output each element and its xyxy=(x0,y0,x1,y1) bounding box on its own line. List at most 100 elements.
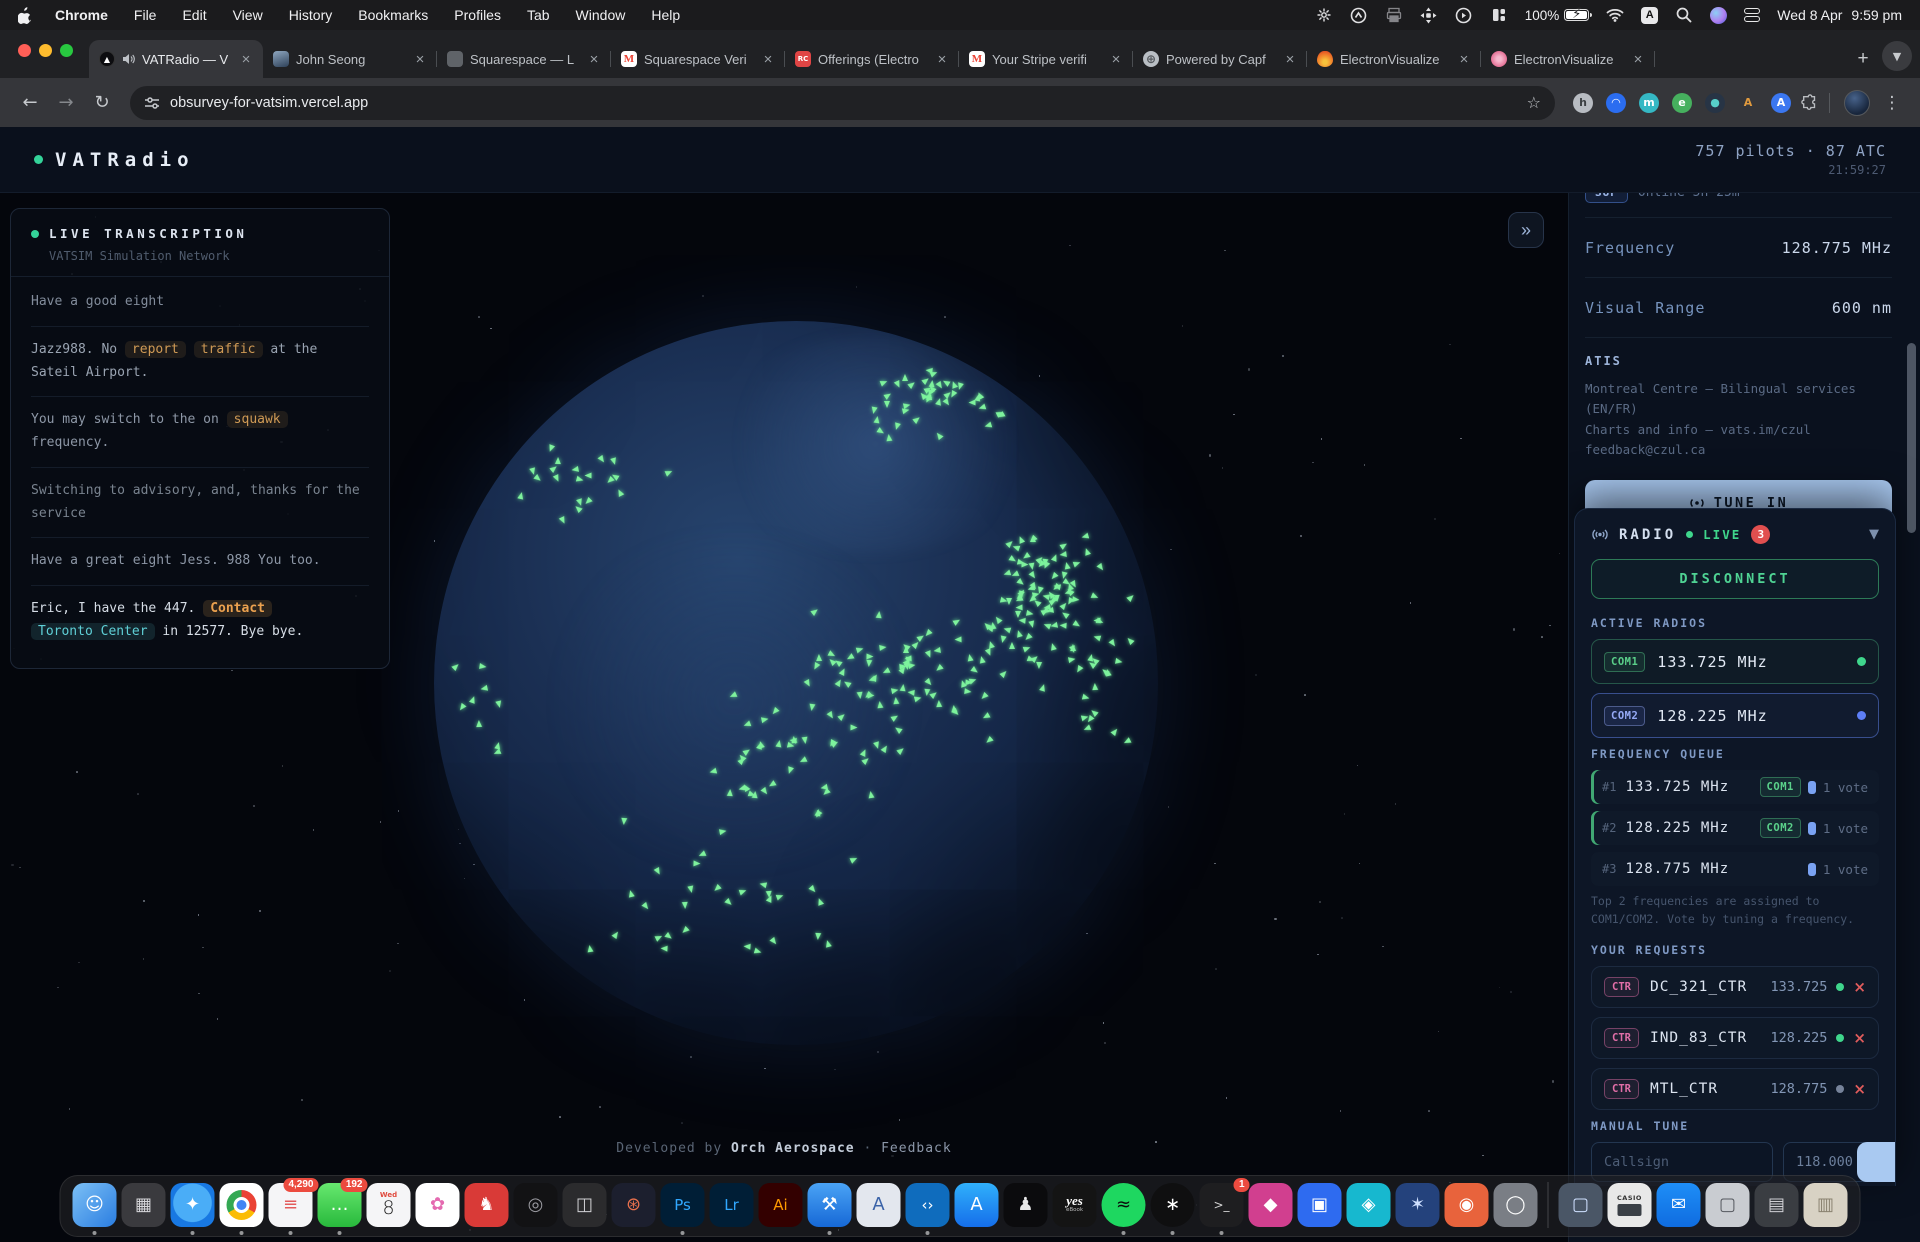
extension-icon-5[interactable]: ● xyxy=(1705,93,1725,113)
menu-item-chrome[interactable]: Chrome xyxy=(55,7,108,23)
keyword-pill[interactable]: Toronto Center xyxy=(31,623,155,640)
dock-camera-lens-app[interactable]: ◎ xyxy=(514,1183,558,1227)
forward-button[interactable]: → xyxy=(50,87,82,119)
tab-close-icon[interactable]: × xyxy=(585,50,603,68)
queue-row-1[interactable]: #1133.725 MHzCOM11 vote xyxy=(1591,770,1879,804)
3d-tool-menubar-icon[interactable] xyxy=(1420,6,1438,24)
manual-tune-submit-button[interactable] xyxy=(1857,1142,1896,1182)
extension-icon-7[interactable]: A xyxy=(1771,93,1791,113)
dock-teal-app[interactable]: ◈ xyxy=(1347,1183,1391,1227)
dock-monitor-app[interactable]: ▢ xyxy=(1706,1183,1750,1227)
dock-calendar[interactable]: Wed8 xyxy=(367,1183,411,1227)
menu-item-view[interactable]: View xyxy=(233,7,263,23)
reload-button[interactable]: ↻ xyxy=(86,87,118,119)
dock-drafting-app[interactable]: A xyxy=(857,1183,901,1227)
tab-3[interactable]: Squarespace — L× xyxy=(437,40,611,78)
dock-terminal[interactable]: >_1 xyxy=(1200,1183,1244,1227)
active-radio-com1[interactable]: COM1133.725 MHz xyxy=(1591,639,1879,684)
extensions-puzzle-icon[interactable] xyxy=(1801,94,1819,112)
dock-magenta-app[interactable]: ◆ xyxy=(1249,1183,1293,1227)
dock-red-cat-app[interactable]: ♞ xyxy=(465,1183,509,1227)
tab-5[interactable]: RCOfferings (Electro× xyxy=(785,40,959,78)
tab-audio-icon[interactable] xyxy=(122,53,135,65)
dock-reminders[interactable]: ≡4,290 xyxy=(269,1183,313,1227)
extension-icon-4[interactable]: e xyxy=(1672,93,1692,113)
chrome-menu-icon[interactable]: ⋮ xyxy=(1878,93,1906,113)
dock-navy-app[interactable]: ✶ xyxy=(1396,1183,1440,1227)
back-button[interactable]: ← xyxy=(14,87,46,119)
remove-request-icon[interactable]: × xyxy=(1853,1029,1866,1047)
dock-yes-ebook[interactable]: yeseBook xyxy=(1053,1183,1097,1227)
apple-menu-icon[interactable] xyxy=(18,7,33,24)
close-window-button[interactable] xyxy=(18,44,31,57)
dock-finder[interactable]: ☺ xyxy=(73,1183,117,1227)
dock-photoshop[interactable]: Ps xyxy=(661,1183,705,1227)
bookmark-star-icon[interactable]: ☆ xyxy=(1527,93,1541,112)
extension-icon-3[interactable]: m xyxy=(1639,93,1659,113)
tab-close-icon[interactable]: × xyxy=(759,50,777,68)
tab-6[interactable]: MYour Stripe verifi× xyxy=(959,40,1133,78)
extension-icon-6[interactable]: A xyxy=(1738,93,1758,113)
scrollbar-thumb[interactable] xyxy=(1907,343,1916,533)
tab-8[interactable]: ElectronVisualize× xyxy=(1307,40,1481,78)
battery-indicator[interactable]: 100% ⚡ xyxy=(1525,8,1590,23)
keyword-pill[interactable]: squawk xyxy=(227,411,288,428)
dock-printer-app[interactable]: ▤ xyxy=(1755,1183,1799,1227)
printer-menubar-icon[interactable] xyxy=(1385,6,1403,24)
dock-vscode[interactable]: ‹› xyxy=(906,1183,950,1227)
dock-lightroom[interactable]: Lr xyxy=(710,1183,754,1227)
tab-search-button[interactable]: ▼ xyxy=(1882,41,1912,71)
dock-kindle[interactable]: ♟ xyxy=(1004,1183,1048,1227)
dock-final-cut[interactable]: ◫ xyxy=(563,1183,607,1227)
address-bar[interactable]: obsurvey-for-vatsim.vercel.app ☆ xyxy=(130,86,1555,120)
globe[interactable] xyxy=(434,321,1158,1045)
dock-chatgpt[interactable]: ∗ xyxy=(1151,1183,1195,1227)
window-layout-menubar-icon[interactable] xyxy=(1490,6,1508,24)
menu-item-tab[interactable]: Tab xyxy=(527,7,550,23)
dock-photos[interactable]: ✿ xyxy=(416,1183,460,1227)
menu-item-window[interactable]: Window xyxy=(576,7,626,23)
tab-close-icon[interactable]: × xyxy=(1281,50,1299,68)
menu-item-profiles[interactable]: Profiles xyxy=(454,7,501,23)
extension-icon-2[interactable]: ◠ xyxy=(1606,93,1626,113)
extension-icon-1[interactable]: h xyxy=(1573,93,1593,113)
dock-trash-basket[interactable]: ▥ xyxy=(1804,1183,1848,1227)
tab-9[interactable]: ElectronVisualize× xyxy=(1481,40,1655,78)
dock-launchpad[interactable]: ▦ xyxy=(122,1183,166,1227)
dock-chrome[interactable] xyxy=(220,1183,264,1227)
shield-menubar-icon[interactable] xyxy=(1350,6,1368,24)
tab-close-icon[interactable]: × xyxy=(1629,50,1647,68)
menu-item-history[interactable]: History xyxy=(289,7,333,23)
queue-row-2[interactable]: #2128.225 MHzCOM21 vote xyxy=(1591,811,1879,845)
spotlight-search-icon[interactable] xyxy=(1675,6,1693,24)
dock-mail[interactable]: ✉ xyxy=(1657,1183,1701,1227)
menu-item-bookmarks[interactable]: Bookmarks xyxy=(358,7,428,23)
wifi-icon[interactable] xyxy=(1606,6,1624,24)
tab-close-icon[interactable]: × xyxy=(933,50,951,68)
profile-avatar[interactable] xyxy=(1844,90,1870,116)
dock-illustrator[interactable]: Ai xyxy=(759,1183,803,1227)
tab-close-icon[interactable]: × xyxy=(1107,50,1125,68)
disconnect-button[interactable]: DISCONNECT xyxy=(1591,559,1879,599)
dock-app-store[interactable]: A xyxy=(955,1183,999,1227)
dock-display-app[interactable]: ▢ xyxy=(1559,1183,1603,1227)
dock-hammer-tool[interactable]: ⚒ xyxy=(808,1183,852,1227)
dock-messages[interactable]: …192 xyxy=(318,1183,362,1227)
site-controls-icon[interactable] xyxy=(144,96,160,110)
chatgpt-menubar-icon[interactable] xyxy=(1315,6,1333,24)
feedback-link[interactable]: Feedback xyxy=(881,1141,952,1156)
dock-davinci-resolve[interactable]: ⊛ xyxy=(612,1183,656,1227)
menu-item-help[interactable]: Help xyxy=(651,7,680,23)
active-radio-com2[interactable]: COM2128.225 MHz xyxy=(1591,693,1879,738)
tab-close-icon[interactable]: × xyxy=(411,50,429,68)
remove-request-icon[interactable]: × xyxy=(1853,978,1866,996)
tab-1[interactable]: ▲VATRadio — V× xyxy=(89,40,263,78)
keyword-pill[interactable]: traffic xyxy=(194,341,263,358)
dock-safari[interactable]: ✦ xyxy=(171,1183,215,1227)
dock-spotify[interactable]: ≈ xyxy=(1102,1183,1146,1227)
input-source-icon[interactable]: A xyxy=(1641,7,1658,24)
menubar-clock[interactable]: Wed 8 Apr 9:59 pm xyxy=(1777,7,1902,23)
dock-blue-app[interactable]: ▣ xyxy=(1298,1183,1342,1227)
dock-gray-disc-app[interactable]: ◯ xyxy=(1494,1183,1538,1227)
tab-close-icon[interactable]: × xyxy=(1455,50,1473,68)
